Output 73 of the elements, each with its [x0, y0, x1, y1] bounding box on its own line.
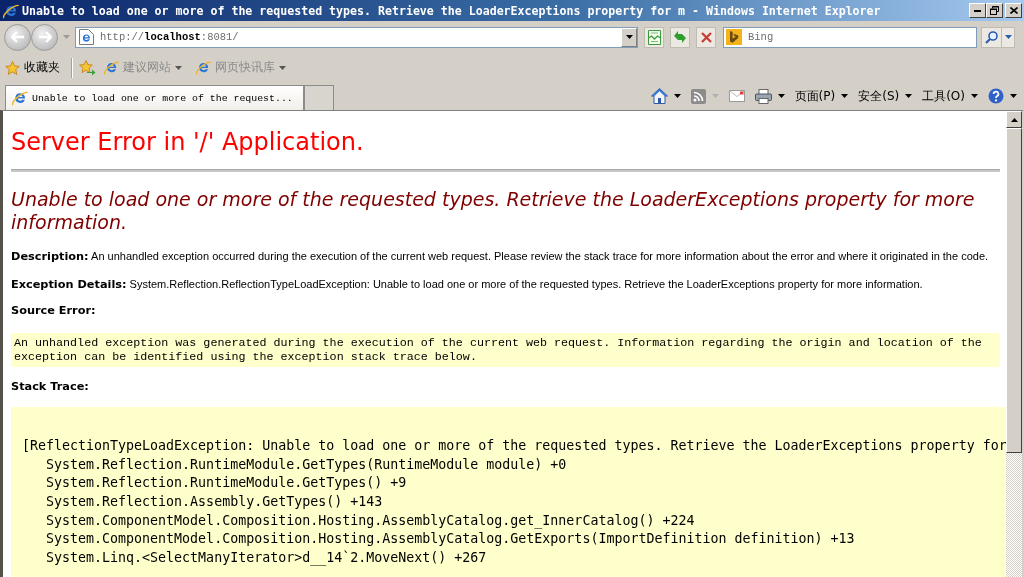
arrow-right-icon [37, 31, 52, 43]
arrow-left-icon [10, 31, 25, 43]
source-error-block: An unhandled exception was generated during the execution of the current web request. Information regarding the origin and location of the exception can be identified using the exception stack trace below. [11, 333, 1000, 367]
feeds-button[interactable] [689, 87, 720, 105]
help-icon [988, 88, 1004, 104]
x-mark-icon [700, 31, 712, 43]
caret-down-icon [62, 35, 70, 39]
feed-icon [690, 88, 706, 104]
search-button[interactable] [981, 26, 1002, 48]
torn-page-icon [647, 29, 661, 45]
command-menu[interactable]: 工具(O) [921, 86, 979, 106]
caret-down-icon [1010, 94, 1017, 98]
caret-down-icon [1004, 35, 1012, 39]
search-icon [985, 30, 998, 44]
caret-down-icon [279, 65, 286, 70]
restore-button[interactable] [986, 3, 1003, 18]
stop-button[interactable] [696, 26, 716, 48]
close-icon [1009, 7, 1018, 14]
command-menu[interactable]: 安全(S) [857, 86, 914, 106]
caret-down-icon [905, 94, 913, 98]
refresh-icon [673, 30, 687, 44]
help-button[interactable] [987, 87, 1018, 105]
caret-up-icon [1010, 117, 1018, 122]
detail-paragraph: Exception Details: System.Reflection.ReflectionTypeLoadException: Unable to load one or more of the requested types. Retrieve the LoaderExceptions property for more information. [11, 277, 923, 291]
command-menu[interactable]: 页面(P) [793, 86, 850, 106]
search-options-button[interactable] [1002, 26, 1015, 48]
e-logo-icon [12, 90, 28, 106]
stack-frame-line: System.Reflection.RuntimeModule.GetTypes() +9 [46, 474, 407, 493]
scroll-up-button[interactable] [1006, 111, 1022, 128]
e-logo-icon [104, 60, 119, 75]
search-field[interactable]: Bing [723, 26, 977, 48]
address-dropdown-button[interactable] [621, 27, 637, 47]
caret-down-icon [711, 94, 719, 98]
caret-down-icon [175, 65, 182, 70]
section-heading: Stack Trace: [11, 380, 89, 394]
star-icon [5, 60, 20, 75]
close-button[interactable] [1005, 3, 1022, 18]
printer-icon [754, 88, 772, 104]
home-button[interactable] [649, 87, 682, 105]
restore-icon [990, 6, 999, 15]
stack-frame-line: System.ComponentModel.Composition.Hosting.AssemblyCatalog.GetExports(ImportDefinition definition) +13 [46, 530, 855, 549]
section-heading: Source Error: [11, 304, 96, 318]
caret-down-icon [673, 94, 681, 98]
exception-line: [ReflectionTypeLoadException: Unable to load one or more of the requested types. Retrieve the LoaderExceptions property for [22, 437, 1006, 455]
stack-frame-line: System.Linq.<SelectManyIterator>d__14`2.MoveNext() +267 [46, 549, 487, 568]
star-arrow-icon [79, 59, 96, 76]
address-field[interactable]: http://localhost:8081/ [75, 26, 638, 48]
detail-paragraph: Description: An unhandled exception occurred during the execution of the current web request. Please review the stack trace for more information about the error and where it originated in the code. [11, 249, 989, 263]
minimize-button[interactable] [969, 3, 986, 18]
server-error-title: Server Error in '/' Application. [11, 127, 364, 157]
caret-down-icon [625, 35, 633, 39]
minimize-icon [974, 9, 981, 12]
e-logo-icon [3, 2, 19, 19]
error-message: Unable to load one or more of the requested types. Retrieve the LoaderExceptions property for more information. [11, 187, 976, 234]
browser-tab[interactable]: Unable to load one or more of the request... [5, 85, 304, 110]
stack-frame-line: System.Reflection.RuntimeModule.GetTypes(RuntimeModule module) +0 [46, 455, 567, 474]
compatibility-view-button[interactable] [644, 26, 664, 48]
scrollbar-thumb[interactable] [1006, 128, 1022, 453]
stack-frame-line: System.Reflection.Assembly.GetTypes() +143 [46, 493, 383, 511]
window-title: Unable to load one or more of the requested types. Retrieve the LoaderExceptions property for m - Windows Internet Explorer [22, 3, 882, 18]
mail-button[interactable] [727, 89, 746, 103]
refresh-button[interactable] [670, 26, 690, 48]
caret-down-icon [777, 94, 785, 98]
favorites-button[interactable]: 收藏夹 [3, 57, 62, 78]
caret-down-icon [841, 94, 849, 98]
caret-down-icon [971, 94, 978, 98]
page-icon [79, 29, 94, 45]
logo-icon [726, 29, 742, 45]
home-icon [650, 88, 668, 104]
print-button[interactable] [753, 87, 786, 105]
stack-frame-line: System.ComponentModel.Composition.Hosting.AssemblyCatalog.get_InnerCatalog() +224 [46, 511, 695, 531]
envelope-icon [728, 90, 745, 102]
e-logo-icon [196, 60, 211, 75]
